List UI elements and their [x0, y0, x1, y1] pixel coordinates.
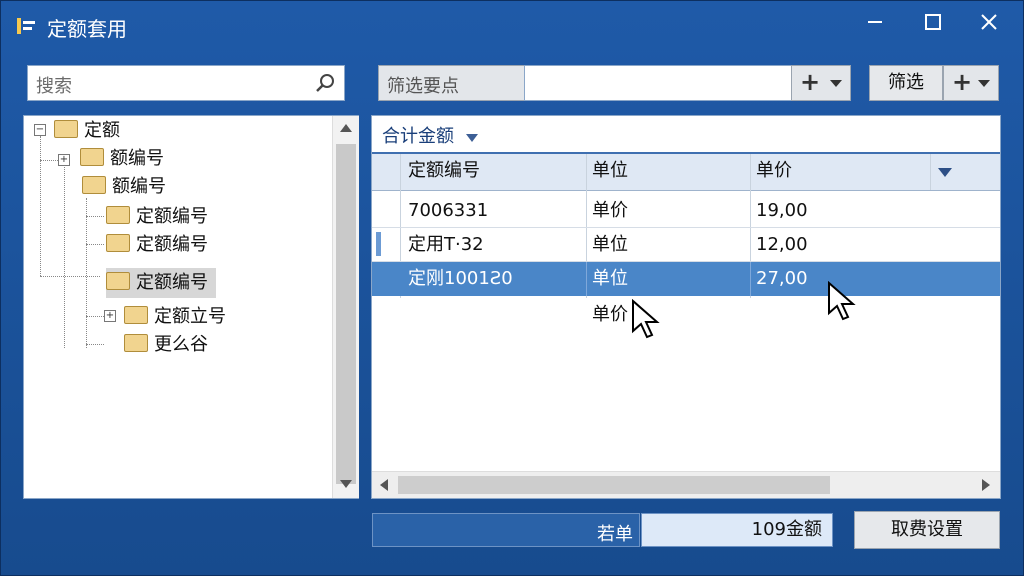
- fee-settings-button[interactable]: 取费设置: [854, 511, 1000, 549]
- column-chooser-icon[interactable]: [938, 168, 952, 177]
- expander-icon[interactable]: +: [58, 154, 70, 166]
- summary-label: 合计金额: [382, 126, 454, 147]
- folder-icon: [80, 148, 104, 166]
- tree-node-label: 定额编号: [136, 272, 208, 293]
- tree-node-label: 定额立号: [154, 306, 226, 327]
- filter-button[interactable]: 筛选: [869, 65, 943, 101]
- search-input[interactable]: 搜索: [36, 72, 72, 98]
- add-dropdown[interactable]: +: [943, 65, 999, 101]
- scroll-right-icon[interactable]: [982, 479, 990, 491]
- status-label: 若单: [597, 524, 633, 545]
- tree-node[interactable]: 额编号: [80, 146, 164, 172]
- folder-icon: [106, 234, 130, 252]
- filter-combo[interactable]: 筛选要点: [378, 65, 525, 101]
- scrollbar-thumb[interactable]: [336, 144, 356, 484]
- tree-scrollbar[interactable]: [332, 116, 359, 498]
- tree-node[interactable]: 定额: [54, 118, 120, 144]
- search-icon[interactable]: [314, 72, 336, 94]
- window-title: 定额套用: [47, 17, 127, 41]
- table-cell: 12,00: [756, 234, 808, 255]
- table-cell: 定用T·32: [408, 234, 484, 255]
- tree-view[interactable]: − 定额 + 额编号 额编号 定额编号 定额编号 定额编号 + 定额立号 更么谷: [23, 115, 359, 499]
- folder-icon: [82, 176, 106, 194]
- table-cell: 单价: [592, 200, 628, 221]
- quota-grid[interactable]: 合计金额 定额编号 单位 单价 7006331 单价 19,00 定用T·32 …: [371, 115, 1001, 499]
- table-row-selected[interactable]: 定刚1001Ƨ0 单位 27,00: [372, 262, 1000, 296]
- status-bar: 若单: [372, 513, 640, 547]
- table-cell: 单位: [592, 234, 628, 255]
- scroll-left-icon[interactable]: [380, 479, 388, 491]
- folder-icon: [54, 120, 78, 138]
- tree-node-label: 定额编号: [136, 206, 208, 227]
- app-window: 定额套用 搜索 筛选要点 + 筛选 + − 定额 + 额编号 额编号 定额编号 …: [0, 0, 1024, 576]
- minimize-icon: [868, 21, 882, 23]
- tree-node-label: 额编号: [110, 148, 164, 169]
- scroll-down-icon[interactable]: [340, 480, 352, 488]
- summary-dropdown[interactable]: 合计金额: [382, 122, 478, 148]
- minimize-button[interactable]: [859, 11, 891, 41]
- scrollbar-thumb[interactable]: [398, 476, 830, 494]
- total-amount: 109金额: [641, 513, 833, 547]
- close-icon: [981, 14, 997, 30]
- tree-node[interactable]: 定额编号: [106, 232, 208, 258]
- maximize-button[interactable]: [917, 11, 949, 41]
- tree-node-label: 额编号: [112, 176, 166, 197]
- table-cell: 定刚1001Ƨ0: [408, 268, 513, 289]
- title-bar[interactable]: 定额套用: [1, 1, 1024, 53]
- table-cell: 19,00: [756, 200, 808, 221]
- chevron-down-icon: [978, 80, 990, 87]
- add-filter-dropdown[interactable]: +: [791, 65, 851, 101]
- chevron-down-icon: [830, 80, 842, 87]
- table-cell: 单位: [592, 268, 628, 289]
- plus-icon: +: [952, 68, 973, 96]
- tree-node-label: 更么谷: [154, 334, 208, 355]
- scroll-up-icon[interactable]: [340, 124, 352, 132]
- maximize-icon: [925, 14, 941, 30]
- column-header[interactable]: 单价: [750, 154, 930, 188]
- tree-node[interactable]: 定额编号: [106, 204, 208, 230]
- mouse-cursor-icon: [632, 299, 660, 339]
- expander-icon[interactable]: −: [34, 124, 46, 136]
- folder-icon: [124, 334, 148, 352]
- tree-node[interactable]: 更么谷: [124, 332, 208, 358]
- filter-input[interactable]: [524, 65, 792, 101]
- grid-header: 定额编号 单位 单价: [372, 152, 1000, 191]
- search-box[interactable]: 搜索: [27, 65, 345, 101]
- expander-icon[interactable]: +: [104, 310, 116, 322]
- folder-icon: [124, 306, 148, 324]
- tree-node[interactable]: 额编号: [82, 174, 166, 200]
- mouse-cursor-icon: [828, 281, 856, 321]
- column-header[interactable]: 定额编号: [402, 154, 586, 188]
- chevron-down-icon: [465, 134, 478, 142]
- tree-node-label: 定额: [84, 120, 120, 141]
- grid-horizontal-scrollbar[interactable]: [372, 471, 1000, 498]
- close-button[interactable]: [973, 11, 1005, 41]
- row-indicator: [376, 232, 381, 256]
- tree-node[interactable]: 定额立号: [124, 304, 226, 330]
- table-cell: 7006331: [408, 200, 489, 221]
- folder-icon: [106, 272, 130, 290]
- tree-node-selected[interactable]: 定额编号: [106, 268, 216, 298]
- tree-node-label: 定额编号: [136, 234, 208, 255]
- plus-icon: +: [800, 68, 821, 96]
- app-icon: [17, 18, 35, 34]
- column-header[interactable]: 单位: [586, 154, 750, 188]
- table-cell: 单价: [592, 304, 628, 325]
- folder-icon: [106, 206, 130, 224]
